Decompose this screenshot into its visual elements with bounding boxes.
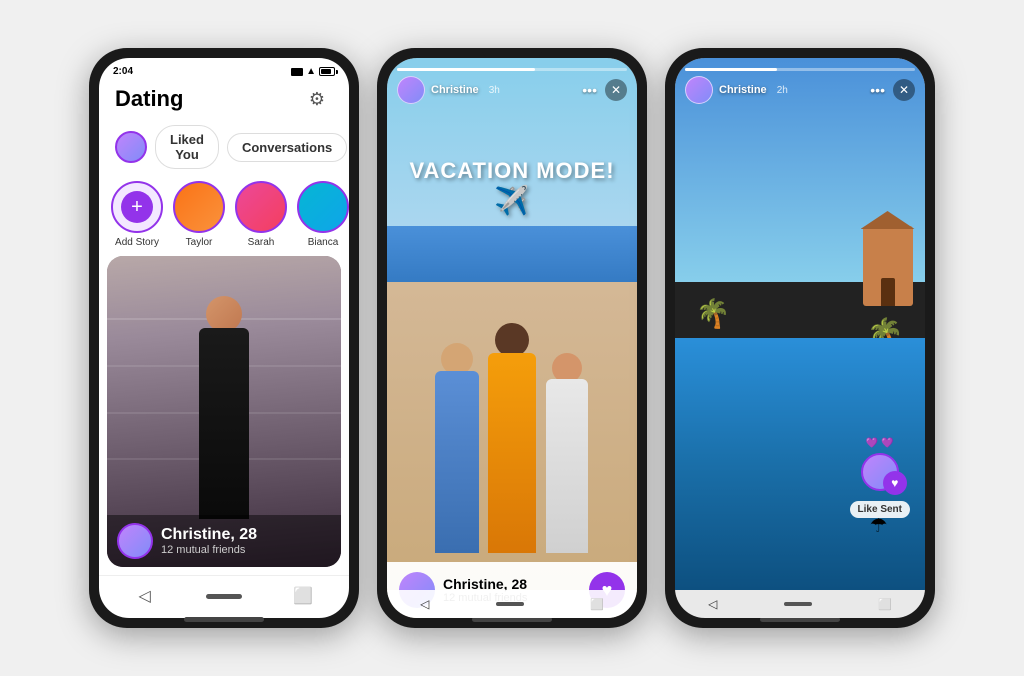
like-sent-badge: Like Sent	[850, 501, 910, 518]
tab-liked-you[interactable]: Liked You	[155, 125, 219, 169]
story-square-btn-3[interactable]: ⬜	[878, 598, 892, 611]
pool-background: 🌴 🌴 🌴 🌴	[675, 58, 925, 618]
tab-conversations[interactable]: Conversations	[227, 133, 347, 162]
story-dots-3[interactable]: •••	[870, 82, 885, 98]
status-bar: 2:04 ▲	[99, 58, 349, 79]
profile-mini-avatar	[117, 523, 153, 559]
resort-door	[881, 278, 895, 306]
bianca-avatar	[297, 181, 349, 233]
story-home-pill-2[interactable]	[496, 602, 524, 606]
resort-building	[863, 226, 913, 306]
person-heart-wrap: ♥	[861, 453, 899, 491]
heart-badge: ♥	[883, 471, 907, 495]
story-user-info: Christine 3h	[397, 76, 500, 104]
story-nav-bottom-2: ◁ ⬜	[387, 590, 637, 618]
phone-2: Christine 3h ••• ✕ VACATION MODE! ✈️ Chr…	[377, 48, 647, 628]
story-dots-2[interactable]: •••	[582, 82, 597, 98]
people-group	[412, 323, 612, 553]
taylor-label: Taylor	[186, 237, 213, 248]
taylor-avatar	[173, 181, 225, 233]
plane-emoji: ✈️	[387, 184, 637, 217]
stories-row: + Add Story Taylor Sarah Bianca	[99, 177, 349, 256]
back-button[interactable]: ◁	[131, 582, 159, 610]
user-avatar[interactable]	[115, 131, 147, 163]
palm-leaves-1: 🌴	[696, 300, 731, 328]
add-story-label: Add Story	[115, 237, 159, 248]
person-body	[199, 328, 249, 519]
person-figure	[184, 286, 264, 519]
story-back-btn-3[interactable]: ◁	[708, 597, 717, 611]
phone-notch-2	[482, 48, 542, 58]
story-item-bianca[interactable]: Bianca	[297, 181, 349, 248]
story-controls-2: ••• ✕	[582, 79, 627, 101]
story-item-taylor[interactable]: Taylor	[173, 181, 225, 248]
phone-1: 2:04 ▲ Dating ⚙ Liked You Conversations …	[89, 48, 359, 628]
profile-text: Christine, 28 12 mutual friends	[161, 526, 331, 556]
story-controls-3: ••• ✕	[870, 79, 915, 101]
story-back-btn-2[interactable]: ◁	[420, 597, 429, 611]
story-item-add[interactable]: + Add Story	[111, 181, 163, 248]
add-story-avatar: +	[111, 181, 163, 233]
phone-bottom-bar	[184, 617, 264, 622]
profile-info-bar: Christine, 28 12 mutual friends	[107, 515, 341, 567]
phone-notch-3	[770, 48, 830, 58]
profile-name: Christine, 28	[161, 526, 331, 544]
story-screen-2: Christine 3h ••• ✕ VACATION MODE! ✈️ Chr…	[387, 58, 637, 618]
story-header-3: Christine 2h ••• ✕	[685, 76, 915, 104]
story-close-2[interactable]: ✕	[605, 79, 627, 101]
battery-icon	[319, 67, 335, 76]
person-head	[206, 296, 242, 332]
heart-2: 💜	[881, 438, 893, 449]
person-3	[532, 353, 602, 553]
story-progress-fill	[397, 68, 535, 71]
story-nav-bottom-3: ◁ ⬜	[675, 590, 925, 618]
story-close-3[interactable]: ✕	[893, 79, 915, 101]
story-avatar-3	[685, 76, 713, 104]
bianca-label: Bianca	[308, 237, 339, 248]
add-icon: +	[121, 191, 153, 223]
vacation-text: VACATION MODE! ✈️	[387, 158, 637, 217]
profile-mutual: 12 mutual friends	[161, 544, 331, 556]
story-user-info-3: Christine 2h	[685, 76, 788, 104]
tabs-row: Liked You Conversations	[99, 121, 349, 177]
story-progress-bar	[397, 68, 627, 71]
phone-screen-1: 2:04 ▲ Dating ⚙ Liked You Conversations …	[99, 58, 349, 618]
story-username-3: Christine	[719, 84, 767, 96]
signal-icon	[291, 68, 303, 76]
home-pill[interactable]	[206, 594, 242, 599]
app-title: Dating	[115, 86, 183, 112]
bottom-nav: ◁ ⬜	[99, 575, 349, 618]
settings-button[interactable]: ⚙	[301, 83, 333, 115]
story-username-2: Christine	[431, 84, 479, 96]
sarah-label: Sarah	[248, 237, 275, 248]
profile-card[interactable]: Christine, 28 12 mutual friends	[107, 256, 341, 567]
square-button[interactable]: ⬜	[289, 582, 317, 610]
vacation-label: VACATION MODE!	[387, 158, 637, 184]
status-icons: ▲	[291, 66, 335, 77]
story-time-3: 2h	[777, 85, 788, 96]
like-sent-overlay: 💜 💜 ♥ Like Sent	[850, 438, 910, 518]
story-home-pill-3[interactable]	[784, 602, 812, 606]
time-display: 2:04	[113, 66, 133, 77]
story-screen-3: 🌴 🌴 🌴 🌴	[675, 58, 925, 618]
dating-header: Dating ⚙	[99, 79, 349, 121]
story-time-2: 3h	[489, 85, 500, 96]
sarah-avatar	[235, 181, 287, 233]
phone-notch	[194, 48, 254, 58]
story-item-sarah[interactable]: Sarah	[235, 181, 287, 248]
story-header-2: Christine 3h ••• ✕	[397, 76, 627, 104]
beach-background	[387, 58, 637, 618]
floating-hearts: 💜 💜	[866, 438, 894, 449]
phone-3: 🌴 🌴 🌴 🌴	[665, 48, 935, 628]
heart-1: 💜	[866, 438, 878, 449]
phone-screen-3: 🌴 🌴 🌴 🌴	[675, 58, 925, 618]
story-avatar-2	[397, 76, 425, 104]
story-progress-fill-3	[685, 68, 777, 71]
phone-screen-2: Christine 3h ••• ✕ VACATION MODE! ✈️ Chr…	[387, 58, 637, 618]
wifi-icon: ▲	[306, 66, 316, 77]
story-square-btn-2[interactable]: ⬜	[590, 598, 604, 611]
story-progress-bar-3	[685, 68, 915, 71]
